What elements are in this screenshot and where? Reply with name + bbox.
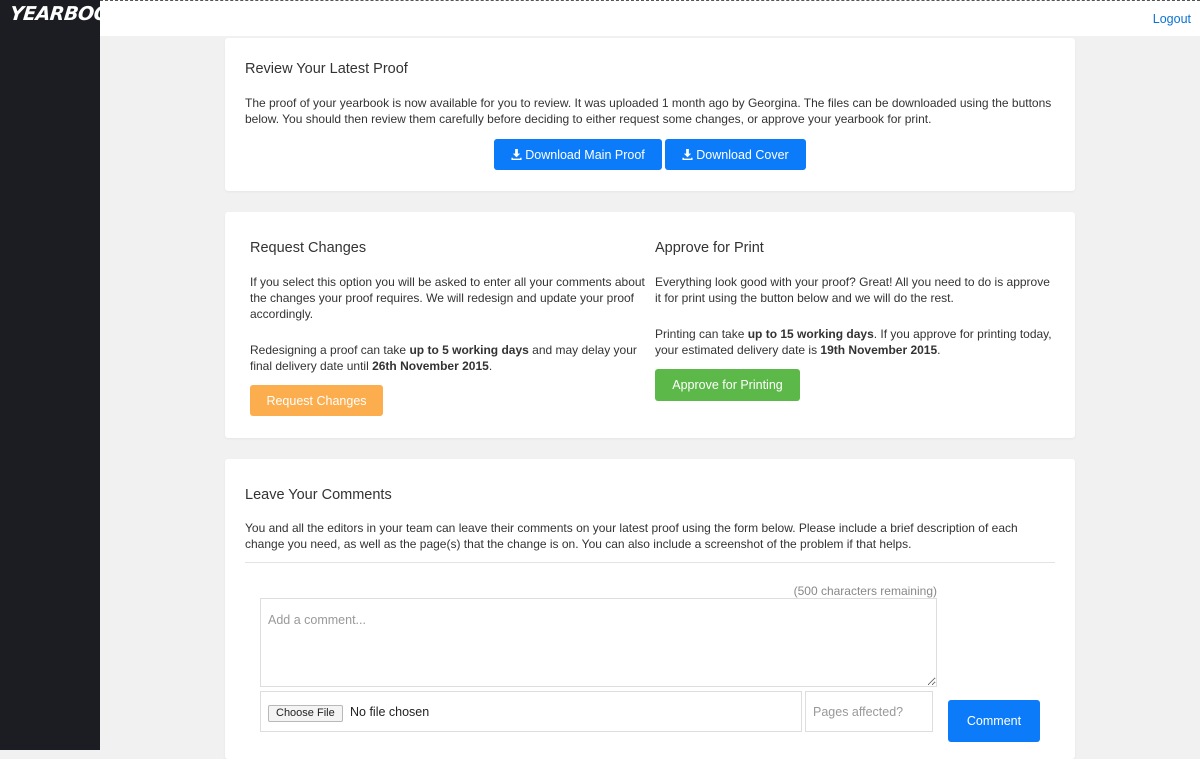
download-main-proof-label: Download Main Proof — [525, 147, 645, 162]
file-upload-field: Choose File No file chosen — [260, 691, 802, 732]
file-status-text: No file chosen — [350, 705, 430, 719]
divider — [245, 562, 1055, 563]
download-main-proof-button[interactable]: Download Main Proof — [494, 139, 662, 170]
review-proof-description: The proof of your yearbook is now availa… — [245, 96, 1052, 126]
request-changes-description: If you select this option you will be as… — [250, 275, 645, 321]
decision-panel: Request Changes If you select this optio… — [225, 212, 1075, 438]
request-changes-note: Redesigning a proof can take up to 5 wor… — [250, 343, 637, 373]
logout-link[interactable]: Logout — [1153, 12, 1191, 26]
download-cover-label: Download Cover — [696, 147, 789, 162]
download-icon — [511, 149, 522, 160]
approve-print-description: Everything look good with your proof? Gr… — [655, 275, 1050, 305]
request-changes-title: Request Changes — [250, 240, 367, 256]
top-bar: Logout — [100, 0, 1200, 36]
estimated-delivery-date: 19th November 2015 — [820, 343, 938, 357]
comment-input[interactable] — [260, 598, 937, 687]
character-counter: (500 characters remaining) — [793, 584, 937, 598]
review-proof-panel: Review Your Latest Proof The proof of yo… — [225, 38, 1075, 191]
delayed-delivery-date: 26th November 2015 — [372, 359, 489, 373]
review-proof-title: Review Your Latest Proof — [245, 61, 408, 77]
comments-panel: Leave Your Comments You and all the edit… — [225, 459, 1075, 759]
approve-for-printing-button[interactable]: Approve for Printing — [655, 369, 800, 401]
download-icon — [682, 149, 693, 160]
choose-file-button[interactable]: Choose File — [268, 705, 343, 722]
sidebar: YEARBOOK — [0, 0, 125, 750]
approve-print-note: Printing can take up to 15 working days.… — [655, 327, 1052, 357]
approve-print-title: Approve for Print — [655, 240, 764, 256]
comments-title: Leave Your Comments — [245, 487, 392, 503]
submit-comment-button[interactable]: Comment — [948, 700, 1040, 742]
download-cover-button[interactable]: Download Cover — [665, 139, 806, 170]
pages-affected-input[interactable] — [805, 691, 933, 732]
request-changes-button[interactable]: Request Changes — [250, 385, 383, 416]
comments-description: You and all the editors in your team can… — [245, 521, 1018, 551]
print-duration: up to 15 working days — [747, 327, 874, 341]
redesign-duration: up to 5 working days — [409, 343, 529, 357]
